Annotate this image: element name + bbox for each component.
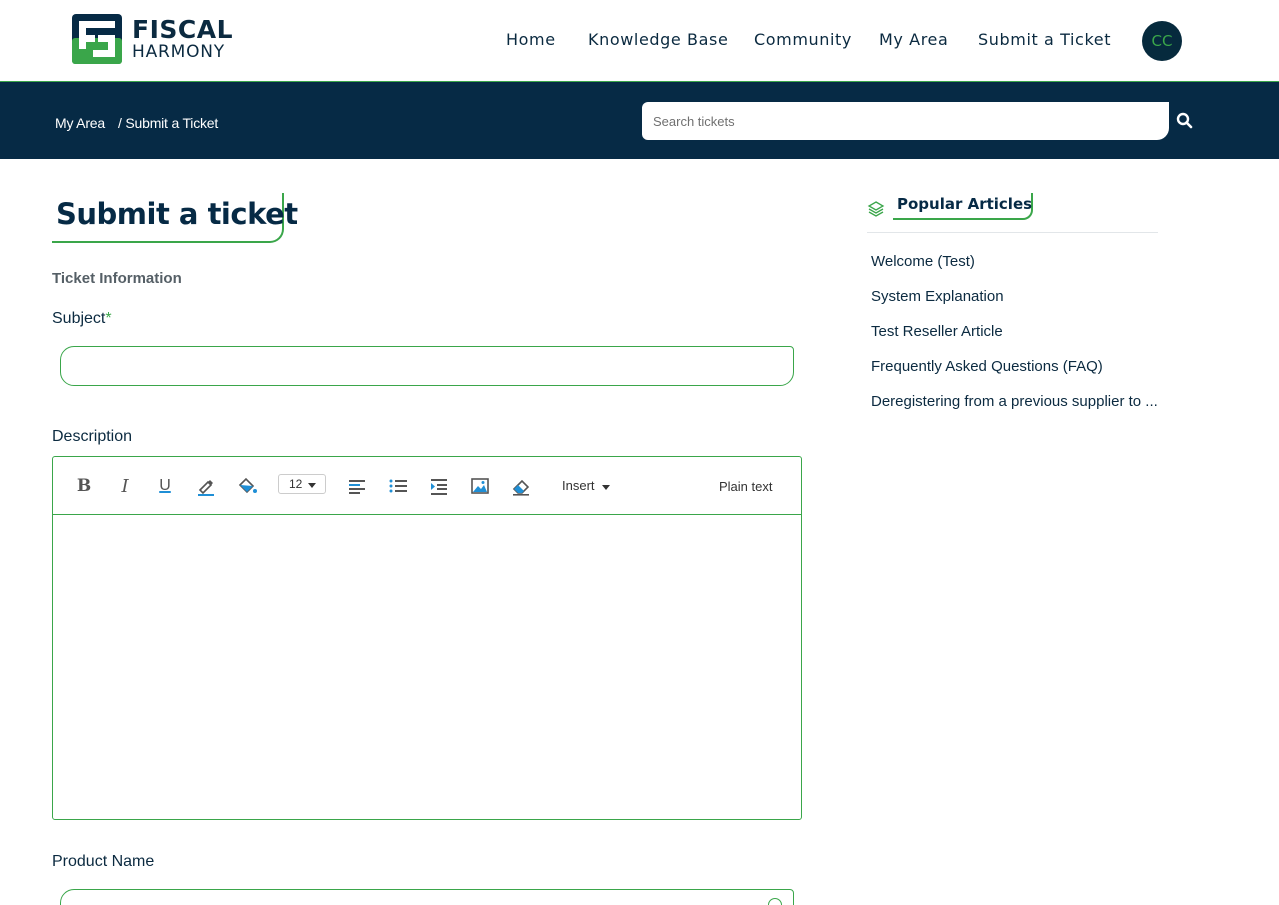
popular-articles-title-frame: Popular Articles (893, 193, 1033, 220)
insert-chevron-down-icon[interactable] (602, 485, 610, 490)
plain-text-toggle[interactable]: Plain text (719, 479, 772, 494)
sidebar-divider (867, 232, 1158, 233)
insert-menu-button[interactable]: Insert (562, 478, 595, 493)
chevron-down-icon (308, 483, 316, 488)
fill-color-icon[interactable] (235, 474, 259, 498)
article-link[interactable]: Welcome (Test) (871, 253, 1161, 270)
description-editor-body[interactable] (53, 516, 801, 819)
nav-community[interactable]: Community (754, 30, 852, 49)
description-label: Description (52, 428, 133, 445)
breadcrumb-bar: My Area / Submit a Ticket (0, 82, 1279, 159)
product-name-label: Product Name (52, 853, 155, 870)
brand-name-line2: HARMONY (132, 42, 225, 62)
subject-input[interactable] (60, 346, 794, 386)
breadcrumb-current: / Submit a Ticket (118, 115, 219, 131)
article-link[interactable]: Deregistering from a previous supplier t… (871, 393, 1161, 410)
product-name-input[interactable] (60, 889, 794, 905)
page-title: Submit a ticket (56, 197, 298, 231)
required-mark: * (105, 310, 112, 327)
nav-home[interactable]: Home (506, 30, 556, 49)
brand-logo[interactable]: FISCAL HARMONY (72, 14, 234, 66)
pen-color-icon[interactable] (194, 474, 218, 498)
user-avatar[interactable]: CC (1142, 21, 1182, 61)
subject-label: Subject* (52, 310, 112, 328)
popular-articles-title: Popular Articles (897, 195, 1033, 213)
search-input[interactable] (642, 102, 1169, 140)
font-size-value: 12 (289, 477, 303, 491)
italic-button[interactable]: I (113, 474, 137, 498)
product-name-status-icon (768, 898, 782, 905)
logo-mark-icon (72, 14, 122, 64)
align-left-icon[interactable] (345, 474, 369, 498)
bold-button[interactable]: B (72, 474, 96, 498)
eraser-icon[interactable] (509, 474, 533, 498)
article-link[interactable]: System Explanation (871, 288, 1161, 305)
bullet-list-icon[interactable] (386, 474, 410, 498)
article-link[interactable]: Frequently Asked Questions (FAQ) (871, 358, 1161, 375)
article-link[interactable]: Test Reseller Article (871, 323, 1161, 340)
layers-icon (867, 201, 885, 217)
subject-label-text: Subject (52, 310, 106, 327)
page-title-frame: Submit a ticket (52, 193, 298, 243)
image-icon[interactable] (468, 474, 492, 498)
indent-icon[interactable] (427, 474, 451, 498)
editor-toolbar: B I U 12 Insert Plain text (53, 457, 801, 515)
section-label-ticket-information: Ticket Information (52, 270, 182, 287)
breadcrumb-my-area[interactable]: My Area (55, 115, 105, 131)
brand-name-line1: FISCAL (132, 15, 234, 44)
nav-my-area[interactable]: My Area (879, 30, 948, 49)
font-size-select[interactable]: 12 (278, 474, 326, 494)
underline-button[interactable]: U (153, 474, 177, 498)
search-icon[interactable] (1176, 112, 1194, 130)
nav-knowledge-base[interactable]: Knowledge Base (588, 30, 728, 49)
nav-submit-ticket[interactable]: Submit a Ticket (978, 30, 1111, 49)
description-editor: B I U 12 Insert Plain text (52, 456, 802, 820)
top-header: FISCAL HARMONY Home Knowledge Base Commu… (0, 0, 1279, 82)
